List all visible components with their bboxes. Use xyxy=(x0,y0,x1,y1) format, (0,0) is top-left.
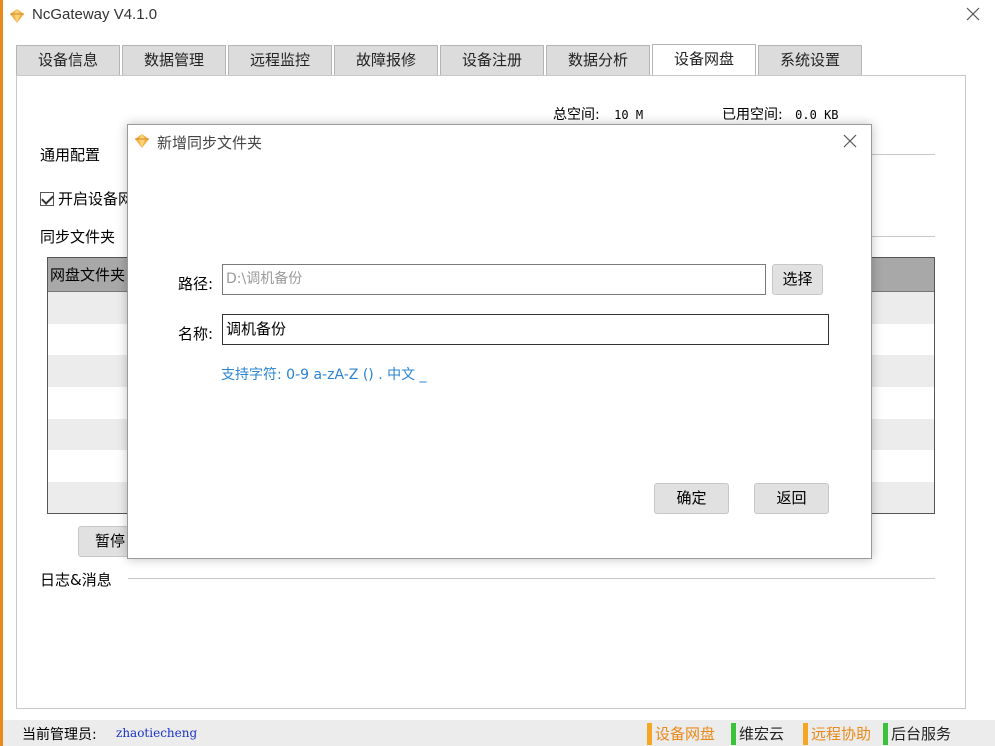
close-icon[interactable] xyxy=(965,6,981,22)
tab-data-analysis[interactable]: 数据分析 xyxy=(546,45,650,76)
general-config-title: 通用配置 xyxy=(40,146,101,164)
status-bar: 当前管理员: zhaotiecheng 设备网盘 维宏云 远程协助 后台服务 xyxy=(3,720,995,746)
section-divider xyxy=(870,236,935,237)
used-space-value: 0.0 KB xyxy=(795,108,839,122)
tab-device-netdisk[interactable]: 设备网盘 xyxy=(652,44,756,77)
tab-remote-monitoring[interactable]: 远程监控 xyxy=(228,45,332,76)
dialog-title: 新增同步文件夹 xyxy=(157,134,263,152)
weihong-cloud-label: 维宏云 xyxy=(739,725,785,743)
background-service-button[interactable]: 后台服务 xyxy=(883,722,951,746)
log-messages-title: 日志&消息 xyxy=(40,571,112,589)
used-space-label: 已用空间: xyxy=(722,107,783,123)
current-admin-name: zhaotiecheng xyxy=(116,726,198,740)
status-bar-indicator xyxy=(731,723,736,745)
checkbox-checked-icon[interactable] xyxy=(40,191,54,206)
add-sync-folder-dialog: 新增同步文件夹 路径: D:\调机备份 选择 名称: 调机备份 支持字符: 0-… xyxy=(127,124,872,559)
used-space: 已用空间: 0.0 KB xyxy=(722,104,839,124)
name-label: 名称: xyxy=(178,325,214,343)
tab-device-info[interactable]: 设备信息 xyxy=(16,45,120,76)
allowed-characters-hint: 支持字符: 0-9 a-zA-Z () . 中文 _ xyxy=(221,367,427,383)
choose-folder-button[interactable]: 选择 xyxy=(772,264,823,295)
tab-fault-report[interactable]: 故障报修 xyxy=(334,45,438,76)
title-bar: NcGateway V4.1.0 xyxy=(3,0,995,34)
path-input[interactable]: D:\调机备份 xyxy=(222,264,766,295)
current-admin-label: 当前管理员: xyxy=(22,727,97,743)
weihong-cloud-button[interactable]: 维宏云 xyxy=(731,722,784,746)
netdisk-status-label: 设备网盘 xyxy=(655,725,716,743)
remote-assist-button[interactable]: 远程协助 xyxy=(803,722,871,746)
name-input[interactable]: 调机备份 xyxy=(222,314,829,345)
sync-folder-title: 同步文件夹 xyxy=(40,228,116,246)
tab-data-management[interactable]: 数据管理 xyxy=(122,45,226,76)
app-title: NcGateway V4.1.0 xyxy=(32,6,158,23)
section-divider xyxy=(870,154,935,155)
tab-device-registration[interactable]: 设备注册 xyxy=(440,45,544,76)
enable-netdisk-checkbox[interactable]: 开启设备网 xyxy=(40,188,133,209)
confirm-button[interactable]: 确定 xyxy=(654,483,729,514)
netdisk-status-button[interactable]: 设备网盘 xyxy=(647,722,715,746)
status-bar-indicator xyxy=(803,723,808,745)
total-space: 总空间: 10 M xyxy=(553,104,643,124)
total-space-value: 10 M xyxy=(614,108,644,122)
back-button[interactable]: 返回 xyxy=(754,483,829,514)
gem-logo-icon xyxy=(135,134,149,148)
path-label: 路径: xyxy=(178,275,214,293)
tab-system-settings[interactable]: 系统设置 xyxy=(758,45,862,76)
status-bar-indicator xyxy=(647,723,652,745)
background-service-label: 后台服务 xyxy=(891,725,952,743)
close-icon[interactable] xyxy=(843,134,857,148)
section-divider xyxy=(128,578,935,579)
remote-assist-label: 远程协助 xyxy=(811,725,872,743)
netdisk-folder-column[interactable]: 网盘文件夹 xyxy=(50,266,125,284)
window-left-accent xyxy=(0,0,3,746)
total-space-label: 总空间: xyxy=(553,107,600,123)
enable-netdisk-label: 开启设备网 xyxy=(58,190,134,208)
status-bar-indicator xyxy=(883,723,888,745)
gem-logo-icon xyxy=(10,9,24,23)
